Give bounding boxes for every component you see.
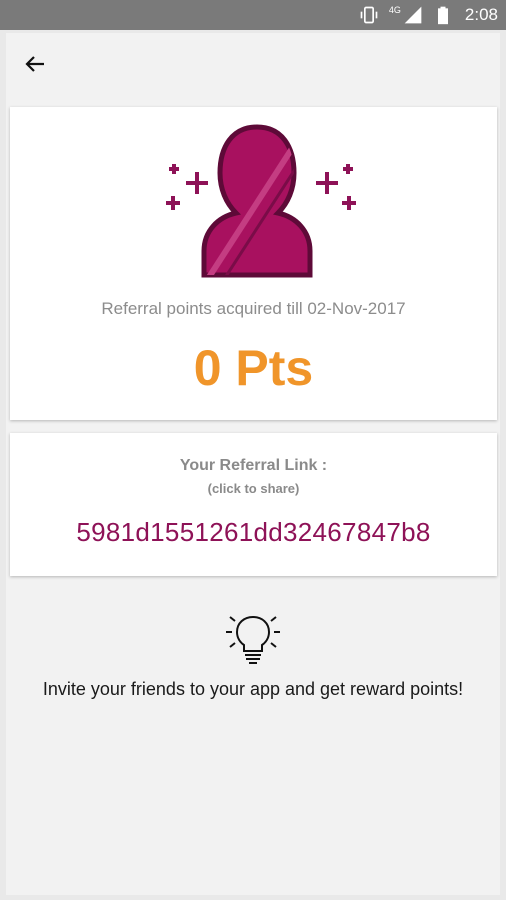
network-type: 4G xyxy=(388,5,401,15)
vibrate-icon xyxy=(360,6,378,24)
back-button[interactable] xyxy=(20,49,50,79)
signal-icon xyxy=(404,6,422,24)
status-time: 2:08 xyxy=(464,5,498,24)
user-avatar-sparkle-icon xyxy=(166,124,356,278)
referral-link-title: Your Referral Link : xyxy=(179,457,328,474)
lightbulb-icon xyxy=(226,615,280,664)
signal-indicator: 4G xyxy=(389,5,423,25)
arrow-left-icon xyxy=(25,56,44,72)
referral-screen: Referral points acquired till 02-Nov-201… xyxy=(6,33,500,895)
referral-link-hint: (click to share) xyxy=(207,481,300,496)
status-bar: 4G 2:08 xyxy=(0,0,506,30)
referral-code[interactable]: 5981d1551261dd32467847b8 xyxy=(10,517,497,548)
invite-message: Invite your friends to your app and get … xyxy=(42,679,464,699)
battery-icon xyxy=(437,6,448,25)
points-acquired-label: Referral points acquired till 02-Nov-201… xyxy=(101,299,406,318)
points-card: Referral points acquired till 02-Nov-201… xyxy=(10,107,497,420)
points-value: 0 Pts xyxy=(193,340,314,396)
referral-link-card[interactable]: Your Referral Link : (click to share) 59… xyxy=(10,433,497,576)
